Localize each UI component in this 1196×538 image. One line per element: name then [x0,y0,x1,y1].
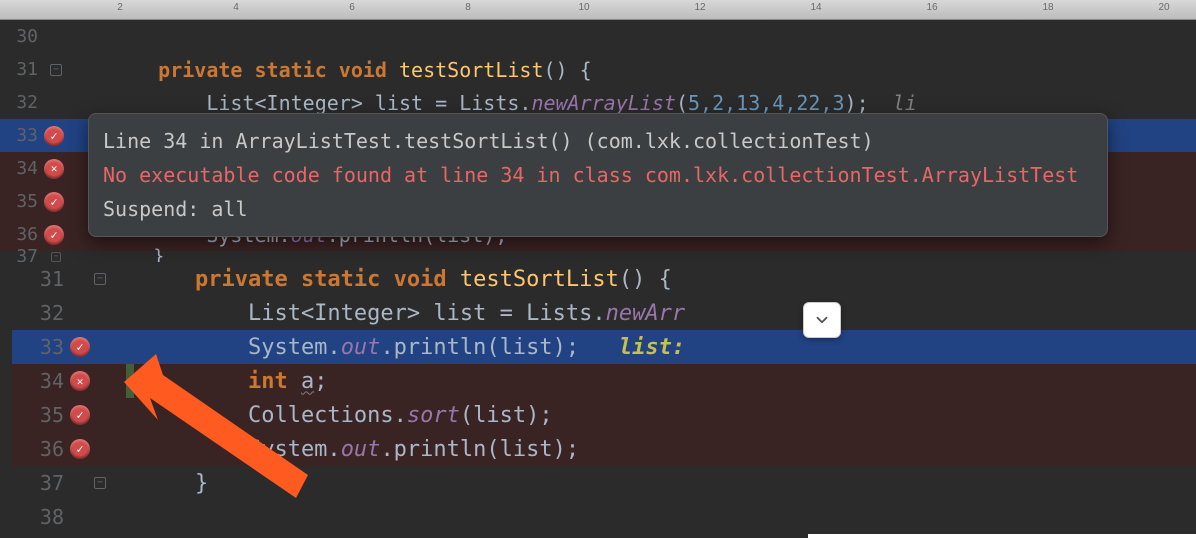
line-number: 33 [0,125,44,146]
code-text: private static void testSortList() { [98,58,592,82]
line-number: 32 [0,92,44,113]
line-number: 36 [12,437,70,461]
line-number: 37 [12,471,70,495]
breakpoint-check-icon[interactable] [70,337,90,357]
tooltip-error: No executable code found at line 34 in c… [103,158,1093,192]
breakpoint-check-icon[interactable] [70,405,90,425]
line-number: 31 [0,59,44,80]
breakpoint-check-icon[interactable] [44,126,64,146]
code-text: private static void testSortList() { [126,267,672,292]
gutter[interactable]: − [70,273,126,285]
annotation-arrow-icon [108,350,328,530]
tooltip-suspend: Suspend: all [103,192,1093,226]
line-number: 34 [0,158,44,179]
breakpoint-check-icon[interactable] [44,225,64,245]
chevron-down-icon [813,311,831,329]
fold-minus-icon[interactable]: − [51,252,61,262]
breakpoint-tooltip: Line 34 in ArrayListTest.testSortList() … [88,113,1108,237]
line-number: 30 [0,26,44,47]
line-number: 36 [0,224,44,245]
line-number: 35 [12,403,70,427]
gutter[interactable]: − [44,64,98,76]
fold-minus-icon[interactable]: − [94,273,106,285]
dropdown-button[interactable] [803,302,841,338]
breakpoint-check-icon[interactable] [70,439,90,459]
code-text: List<Integer> list = Lists.newArrayList(… [98,91,917,115]
ruler: 2 4 6 8 10 12 14 16 18 20 [0,0,1196,20]
line-number: 38 [12,505,70,529]
fold-minus-icon[interactable]: − [50,64,62,76]
fold-minus-icon[interactable]: − [94,477,106,489]
line-number: 32 [12,301,70,325]
line-number: 33 [12,335,70,359]
line-number: 34 [12,369,70,393]
code-text: List<Integer> list = Lists.newArr [126,301,685,326]
code-line[interactable]: 32 List<Integer> list = Lists.newArr [12,296,1196,330]
breakpoint-check-icon[interactable] [44,192,64,212]
tooltip-location: Line 34 in ArrayListTest.testSortList() … [103,124,1093,158]
code-line[interactable]: 31 − private static void testSortList() … [0,53,1196,86]
breakpoint-invalid-icon[interactable] [44,159,64,179]
code-line[interactable]: 31 − private static void testSortList() … [12,262,1196,296]
line-number: 35 [0,191,44,212]
code-line[interactable]: 30 [0,20,1196,53]
breakpoint-invalid-icon[interactable] [70,371,90,391]
line-number: 31 [12,267,70,291]
